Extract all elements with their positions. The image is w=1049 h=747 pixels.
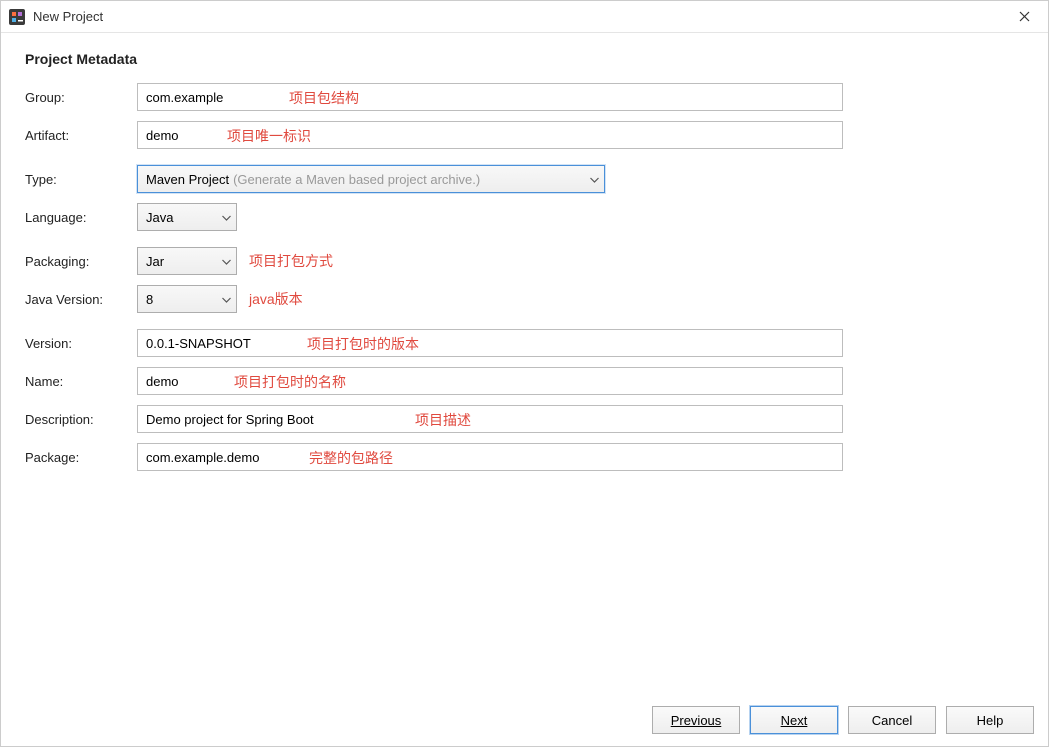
row-type: Type: Maven Project (Generate a Maven ba… xyxy=(25,165,1024,193)
label-group: Group: xyxy=(25,90,137,105)
title-bar: New Project xyxy=(1,1,1048,33)
packaging-select-value: Jar xyxy=(146,254,164,269)
name-input[interactable] xyxy=(137,367,843,395)
label-language: Language: xyxy=(25,210,137,225)
window-title: New Project xyxy=(33,9,1008,24)
row-description: Description: 项目描述 xyxy=(25,405,1024,433)
language-select-value: Java xyxy=(146,210,173,225)
row-group: Group: 项目包结构 xyxy=(25,83,1024,111)
label-packaging: Packaging: xyxy=(25,254,137,269)
close-button[interactable] xyxy=(1008,1,1040,33)
label-artifact: Artifact: xyxy=(25,128,137,143)
packaging-select[interactable]: Jar xyxy=(137,247,237,275)
java-version-select[interactable]: 8 xyxy=(137,285,237,313)
help-button[interactable]: Help xyxy=(946,706,1034,734)
annotation-java-version: java版本 xyxy=(249,289,303,309)
cancel-button[interactable]: Cancel xyxy=(848,706,936,734)
button-bar: Previous Next Cancel Help xyxy=(652,706,1034,734)
label-package: Package: xyxy=(25,450,137,465)
row-package: Package: 完整的包路径 xyxy=(25,443,1024,471)
type-select[interactable]: Maven Project (Generate a Maven based pr… xyxy=(137,165,605,193)
label-description: Description: xyxy=(25,412,137,427)
dialog-content: Project Metadata Group: 项目包结构 Artifact: … xyxy=(1,33,1048,499)
label-name: Name: xyxy=(25,374,137,389)
annotation-packaging: 项目打包方式 xyxy=(249,251,333,271)
type-select-value: Maven Project xyxy=(146,172,229,187)
java-version-select-value: 8 xyxy=(146,292,153,307)
close-icon xyxy=(1019,11,1030,22)
type-select-desc: (Generate a Maven based project archive.… xyxy=(233,172,480,187)
artifact-input[interactable] xyxy=(137,121,843,149)
row-language: Language: Java xyxy=(25,203,1024,231)
description-input[interactable] xyxy=(137,405,843,433)
package-input[interactable] xyxy=(137,443,843,471)
row-packaging: Packaging: Jar 项目打包方式 xyxy=(25,247,1024,275)
group-input[interactable] xyxy=(137,83,843,111)
row-java-version: Java Version: 8 java版本 xyxy=(25,285,1024,313)
next-button[interactable]: Next xyxy=(750,706,838,734)
language-select[interactable]: Java xyxy=(137,203,237,231)
previous-button[interactable]: Previous xyxy=(652,706,740,734)
row-version: Version: 项目打包时的版本 xyxy=(25,329,1024,357)
app-icon xyxy=(9,9,25,25)
section-header: Project Metadata xyxy=(25,51,1024,67)
label-version: Version: xyxy=(25,336,137,351)
label-java-version: Java Version: xyxy=(25,292,137,307)
version-input[interactable] xyxy=(137,329,843,357)
label-type: Type: xyxy=(25,172,137,187)
row-artifact: Artifact: 项目唯一标识 xyxy=(25,121,1024,149)
row-name: Name: 项目打包时的名称 xyxy=(25,367,1024,395)
